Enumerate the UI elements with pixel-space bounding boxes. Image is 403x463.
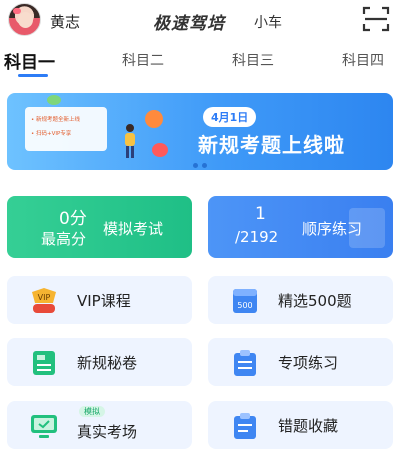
- svg-text:500: 500: [237, 301, 252, 310]
- monitor-icon: [31, 415, 57, 438]
- car-bubble-icon: [47, 95, 61, 105]
- vip-course-label: VIP课程: [77, 292, 131, 310]
- sequential-practice-card[interactable]: 1 /2192 顺序练习: [208, 196, 393, 258]
- avatar[interactable]: [8, 3, 41, 36]
- carousel-dots: [193, 153, 211, 170]
- banner-panel-line-2: • 扫码+VIP专享: [31, 131, 72, 137]
- carousel-dot[interactable]: [193, 163, 198, 168]
- special-practice-card[interactable]: 专项练习: [208, 338, 393, 386]
- avatar-face: [18, 12, 33, 28]
- selected-500-label: 精选500题: [278, 292, 352, 310]
- username[interactable]: 黄志: [50, 11, 80, 32]
- best-score: 0分: [59, 209, 87, 229]
- clipboard-icon: [234, 350, 256, 376]
- sequential-practice-label: 顺序练习: [302, 220, 363, 238]
- app-header: 黄志 极速驾培 小车: [0, 0, 403, 44]
- real-exam-room-card[interactable]: 模拟 真实考场: [7, 401, 192, 449]
- clipboard-list-icon: [234, 413, 256, 439]
- bus-bubble-icon: [152, 143, 168, 157]
- best-score-label: 最高分: [41, 230, 87, 248]
- mistake-collection-card[interactable]: 错题收藏: [208, 401, 393, 449]
- avatar-bow: [13, 8, 21, 14]
- carousel-dot[interactable]: [202, 163, 207, 168]
- vehicle-type[interactable]: 小车: [254, 12, 282, 32]
- mock-exam-label: 模拟考试: [103, 220, 164, 238]
- banner-headline: 新规考题上线啦: [198, 133, 345, 157]
- bike-bubble-icon: [145, 110, 163, 128]
- mock-exam-card[interactable]: 0分 最高分 模拟考试: [7, 196, 192, 258]
- simulation-tag: 模拟: [79, 406, 105, 417]
- new-rules-paper-card[interactable]: 新规秘卷: [7, 338, 192, 386]
- special-practice-label: 专项练习: [278, 354, 339, 372]
- practice-progress: 1: [255, 204, 266, 224]
- tab-subject-3[interactable]: 科目三: [232, 50, 274, 70]
- tab-subject-1[interactable]: 科目一: [4, 48, 55, 73]
- brand-logo: 极速驾培: [153, 14, 225, 34]
- person-illustration-icon: [125, 124, 135, 158]
- active-tab-indicator: [18, 74, 48, 77]
- book-500-icon: 500: [233, 289, 257, 313]
- vip-course-card[interactable]: VIP VIP课程: [7, 276, 192, 324]
- selected-500-card[interactable]: 500 精选500题: [208, 276, 393, 324]
- promo-banner[interactable]: • 新规考题全新上线 • 扫码+VIP专享 4月1日 新规考题上线啦: [7, 93, 393, 170]
- new-rules-paper-label: 新规秘卷: [77, 354, 138, 372]
- vip-icon: VIP: [32, 288, 56, 313]
- banner-date-tag: 4月1日: [203, 107, 257, 127]
- scan-icon[interactable]: [362, 6, 390, 32]
- subject-tabs: 科目一 科目二 科目三 科目四: [0, 44, 403, 80]
- svg-text:VIP: VIP: [38, 293, 51, 302]
- real-exam-room-label: 真实考场: [77, 423, 138, 441]
- practice-total: /2192: [235, 228, 279, 246]
- new-paper-icon: [33, 351, 55, 375]
- banner-panel-line-1: • 新规考题全新上线: [31, 117, 80, 123]
- tab-subject-4[interactable]: 科目四: [342, 50, 384, 70]
- tab-subject-2[interactable]: 科目二: [122, 50, 164, 70]
- mistake-collection-label: 错题收藏: [278, 417, 339, 435]
